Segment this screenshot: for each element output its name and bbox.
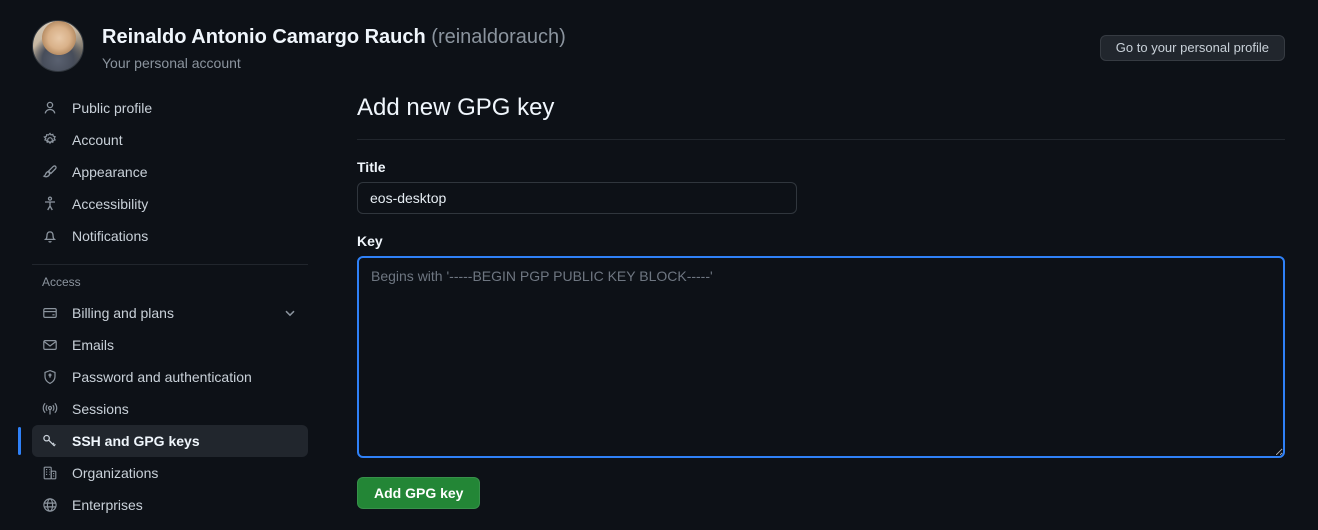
sidebar-item-label: Organizations	[72, 465, 159, 481]
sidebar-item-enterprises[interactable]: Enterprises	[32, 489, 308, 521]
sidebar-item-label: Sessions	[72, 401, 129, 417]
gear-icon	[42, 132, 58, 148]
envelope-icon	[42, 337, 58, 353]
shield-lock-icon	[42, 369, 58, 385]
sidebar-item-public-profile[interactable]: Public profile	[32, 92, 308, 124]
paintbrush-icon	[42, 164, 58, 180]
account-subtitle: Your personal account	[102, 55, 241, 71]
sidebar-item-label: Emails	[72, 337, 115, 353]
globe-icon	[42, 497, 58, 513]
sidebar-item-accessibility[interactable]: Accessibility	[32, 188, 308, 220]
page-title: Add new GPG key	[357, 94, 555, 121]
avatar[interactable]	[32, 20, 84, 72]
sidebar-item-notifications[interactable]: Notifications	[32, 220, 308, 252]
sidebar-item-emails[interactable]: Emails	[32, 329, 308, 361]
add-gpg-key-button[interactable]: Add GPG key	[357, 477, 481, 509]
sidebar-item-account[interactable]: Account	[32, 124, 308, 156]
sidebar-item-ssh-and-gpg-keys[interactable]: SSH and GPG keys	[18, 425, 308, 457]
sidebar-item-label: Appearance	[72, 164, 148, 180]
sidebar-item-label: Account	[72, 132, 123, 148]
organization-icon	[42, 465, 58, 481]
accessibility-icon	[42, 196, 58, 212]
sidebar-section-access: Access	[42, 275, 81, 289]
settings-sidebar: Public profile Account Appearance Access…	[0, 92, 340, 521]
sidebar-item-sessions[interactable]: Sessions	[32, 393, 308, 425]
sidebar-item-label: Accessibility	[72, 196, 149, 212]
title-field-label: Title	[357, 159, 386, 175]
go-to-personal-profile-button[interactable]: Go to your personal profile	[1099, 35, 1285, 61]
sidebar-item-organizations[interactable]: Organizations	[32, 457, 308, 489]
settings-page: Reinaldo Antonio Camargo Rauch (reinaldo…	[0, 0, 1318, 530]
account-header-text: Reinaldo Antonio Camargo Rauch (reinaldo…	[102, 20, 566, 73]
main-content: Add new GPG key Title Key Add GPG key	[357, 92, 1285, 509]
sidebar-item-billing-and-plans[interactable]: Billing and plans	[32, 297, 308, 329]
person-icon	[42, 100, 58, 116]
sidebar-divider	[32, 264, 308, 265]
key-field-label: Key	[357, 233, 383, 249]
broadcast-icon	[42, 401, 58, 417]
page-title-divider	[357, 139, 1285, 140]
sidebar-item-label: Password and authentication	[72, 369, 252, 385]
sidebar-item-appearance[interactable]: Appearance	[32, 156, 308, 188]
sidebar-item-label: Notifications	[72, 228, 149, 244]
key-icon	[42, 433, 58, 449]
account-fullname: Reinaldo Antonio Camargo Rauch	[102, 26, 426, 48]
sidebar-item-label: SSH and GPG keys	[72, 433, 200, 449]
sidebar-item-label: Billing and plans	[72, 305, 174, 321]
title-input[interactable]	[357, 182, 797, 214]
sidebar-item-password-and-authentication[interactable]: Password and authentication	[32, 361, 308, 393]
bell-icon	[42, 228, 58, 244]
sidebar-item-label: Public profile	[72, 100, 153, 116]
key-textarea[interactable]	[357, 256, 1285, 458]
account-handle: (reinaldorauch)	[431, 26, 566, 48]
sidebar-item-label: Enterprises	[72, 497, 143, 513]
chevron-down-icon[interactable]	[282, 305, 298, 321]
credit-card-icon	[42, 305, 58, 321]
account-name-line: Reinaldo Antonio Camargo Rauch (reinaldo…	[102, 24, 566, 50]
